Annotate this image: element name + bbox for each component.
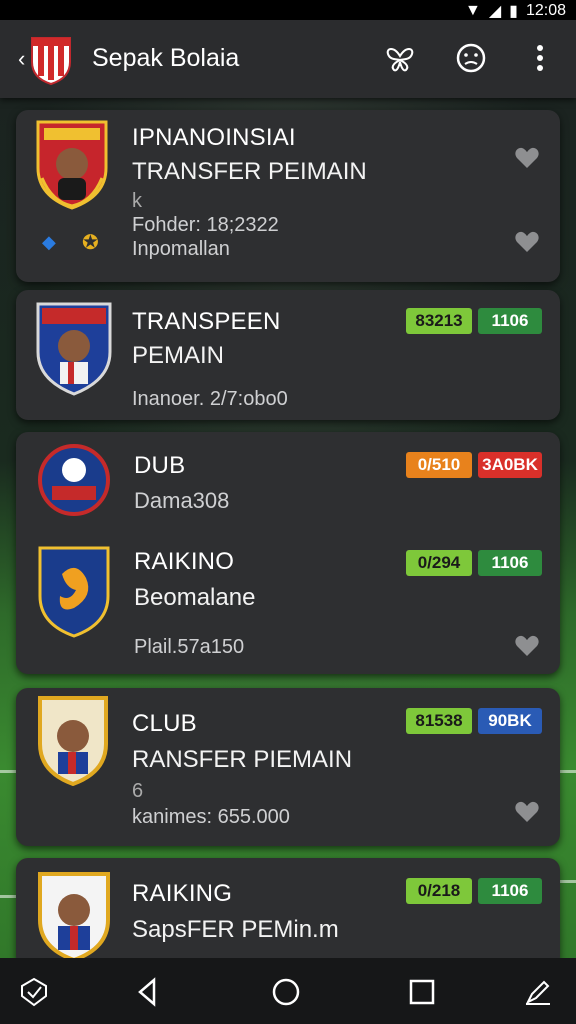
card-title: IPNANOINSIAI: [132, 124, 296, 151]
more-vert-icon[interactable]: [524, 42, 556, 74]
card-subtitle: TRANSFER PEIMAIN: [132, 158, 367, 185]
card-info-line: Plail.57a150: [134, 636, 245, 658]
card-subtitle: Dama308: [134, 488, 230, 513]
stat-badge: 0/218: [406, 878, 472, 904]
nav-home-icon[interactable]: [270, 976, 302, 1008]
app-title: Sepak Bolaia: [92, 44, 240, 72]
nav-recents-icon[interactable]: [406, 976, 438, 1008]
heart-icon[interactable]: [514, 146, 540, 170]
transfer-card[interactable]: DUB Dama308 0/510 3A0BK RAIKINO Beomalan…: [16, 432, 560, 674]
face-icon[interactable]: [455, 42, 487, 74]
transfer-card[interactable]: CLUB RANSFER PIEMAIN 6 kanimes: 655.000 …: [16, 688, 560, 846]
transfer-card[interactable]: IPNANOINSIAI TRANSFER PEIMAIN k Fohder: …: [16, 110, 560, 282]
club-logo: [31, 37, 71, 86]
player-crest: [38, 872, 110, 962]
meta-icon: 6: [132, 780, 144, 802]
card-title: RAIKINO: [134, 548, 235, 575]
club-crest: [38, 444, 110, 516]
player-crest: [36, 120, 108, 210]
transfer-card[interactable]: TRANSPEEN PEMAIN Inanoer. 2/7:obo0 83213…: [16, 290, 560, 420]
badge-icon: ✪: [82, 232, 99, 254]
stat-badge: 1106: [478, 550, 542, 576]
system-nav-bar: [0, 958, 576, 1024]
transfer-card[interactable]: RAIKING SapsFER PEMin.m 0/218 1106: [16, 858, 560, 968]
meta-icon: k: [132, 190, 142, 212]
heart-icon[interactable]: [514, 634, 540, 658]
edit-pen-icon[interactable]: [522, 976, 554, 1008]
butterfly-icon[interactable]: [384, 42, 416, 74]
stat-badge: 0/294: [406, 550, 472, 576]
card-title: CLUB: [132, 710, 197, 737]
player-crest: [38, 696, 108, 786]
signal-icon: ◢: [488, 3, 502, 20]
card-subtitle: SapsFER PEMin.m: [132, 916, 339, 943]
stat-badge: 1106: [478, 308, 542, 334]
heart-icon[interactable]: [514, 800, 540, 824]
stat-badge: 83213: [406, 308, 472, 334]
card-title: RAIKING: [132, 880, 233, 907]
card-subtitle: PEMAIN: [132, 342, 225, 369]
wifi-icon: ▼: [464, 2, 481, 19]
nav-back-icon[interactable]: [132, 976, 164, 1008]
status-bar: ▼ ◢ ▮ 12:08: [0, 0, 576, 20]
diamond-icon: ◆: [42, 232, 56, 252]
card-subtitle: RANSFER PIEMAIN: [132, 746, 353, 773]
card-title: TRANSPEEN: [132, 308, 281, 335]
stat-badge: 1106: [478, 878, 542, 904]
stat-badge: 81538: [406, 708, 472, 734]
app-bar: ‹ Sepak Bolaia: [0, 20, 576, 98]
stat-badge: 0/510: [406, 452, 472, 478]
card-info-line: Inpomallan: [132, 238, 230, 260]
card-title: DUB: [134, 452, 186, 479]
card-subtitle: Beomalane: [134, 584, 256, 611]
shield-check-icon[interactable]: [18, 976, 50, 1008]
player-crest: [36, 302, 112, 396]
status-icons: ▼ ◢ ▮ 12:08: [465, 1, 566, 21]
stat-badge: 3A0BK: [478, 452, 542, 478]
stat-badge: 90BK: [478, 708, 542, 734]
card-info-line: kanimes: 655.000: [132, 806, 290, 828]
status-time: 12:08: [525, 2, 566, 19]
battery-icon: ▮: [509, 3, 518, 20]
back-arrow-icon[interactable]: ‹: [18, 46, 25, 72]
card-info-line: Inanoer. 2/7:obo0: [132, 388, 288, 410]
card-info-line: Fohder: 18;2322: [132, 214, 279, 236]
club-crest: [38, 546, 110, 638]
heart-icon[interactable]: [514, 230, 540, 254]
